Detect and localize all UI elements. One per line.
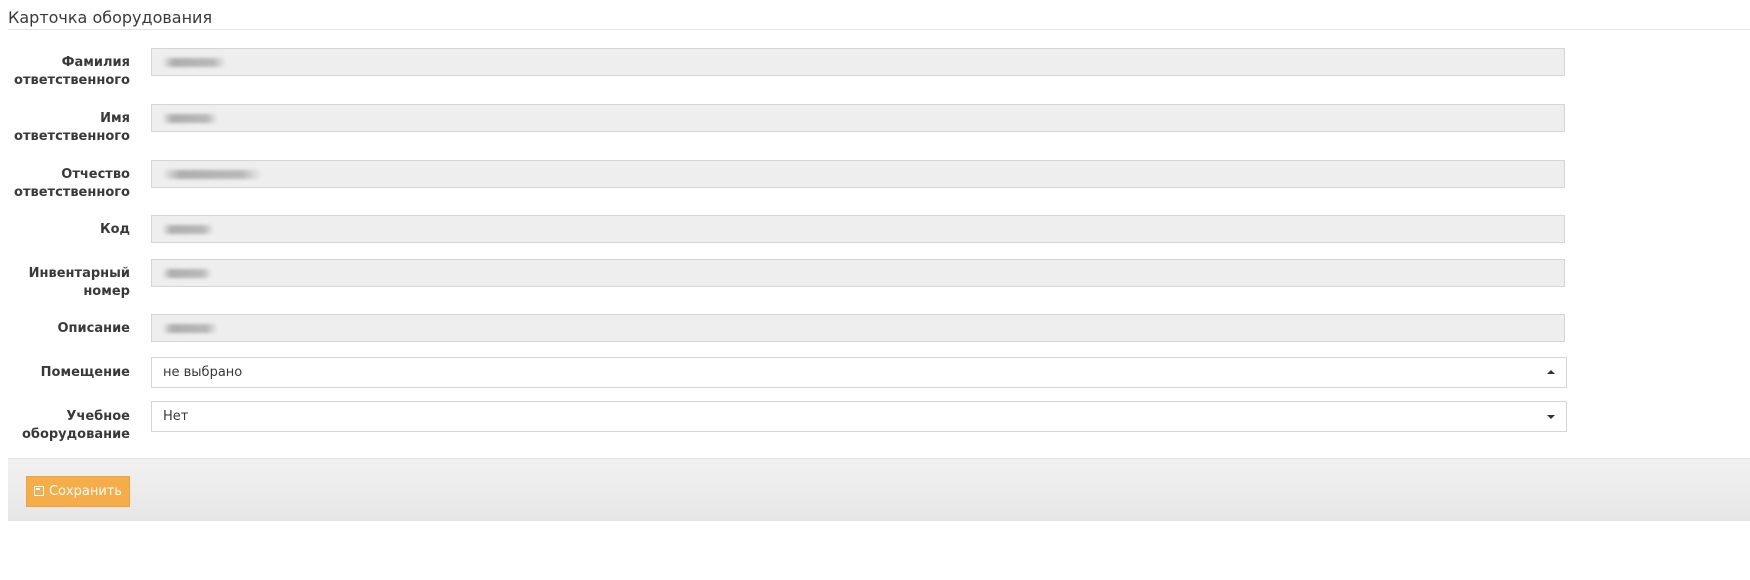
label-line: ответственного: [14, 185, 130, 200]
field-label-code: Код: [5, 221, 130, 239]
redacted-value: [162, 170, 262, 179]
field-label-surname: Фамилия ответственного: [5, 54, 130, 90]
label-line: Инвентарный: [28, 266, 130, 281]
card-title: Карточка оборудования: [8, 8, 213, 27]
inventory-number-input[interactable]: [151, 259, 1565, 287]
educational-select[interactable]: Нет: [151, 401, 1567, 432]
label-line: Учебное: [66, 409, 130, 424]
redacted-value: [162, 114, 218, 123]
patronymic-input[interactable]: [151, 160, 1565, 188]
code-input[interactable]: [151, 215, 1565, 243]
caret-up-icon: [1547, 370, 1555, 374]
redacted-value: [162, 58, 226, 67]
floppy-disk-icon: [33, 486, 44, 496]
label-line: оборудование: [21, 427, 130, 442]
field-label-description: Описание: [5, 320, 130, 338]
label-line: Код: [99, 222, 130, 237]
field-label-firstname: Имя ответственного: [5, 110, 130, 146]
description-input[interactable]: [151, 314, 1565, 342]
room-select-value: не выбрано: [163, 365, 243, 380]
field-label-educational: Учебное оборудование: [5, 408, 130, 444]
redacted-value: [162, 269, 212, 278]
field-label-patronymic: Отчество ответственного: [5, 166, 130, 202]
card-header: Карточка оборудования: [8, 8, 1750, 30]
save-button[interactable]: Сохранить: [26, 476, 130, 507]
field-label-inventory: Инвентарный номер: [5, 265, 130, 301]
label-line: ответственного: [14, 129, 130, 144]
room-select[interactable]: не выбрано: [151, 357, 1567, 388]
label-line: Описание: [57, 321, 130, 336]
label-line: ответственного: [14, 73, 130, 88]
redacted-value: [162, 225, 214, 234]
form-actions: Сохранить: [8, 458, 1750, 521]
redacted-value: [162, 324, 218, 333]
label-line: Отчество: [61, 167, 130, 182]
label-line: Помещение: [40, 365, 130, 380]
label-line: номер: [83, 284, 130, 299]
label-line: Имя: [100, 111, 130, 126]
firstname-input[interactable]: [151, 104, 1565, 132]
field-label-room: Помещение: [5, 364, 130, 382]
educational-select-value: Нет: [163, 409, 189, 424]
surname-input[interactable]: [151, 48, 1565, 76]
save-button-label: Сохранить: [48, 484, 123, 499]
caret-down-icon: [1547, 415, 1555, 419]
label-line: Фамилия: [61, 55, 130, 70]
